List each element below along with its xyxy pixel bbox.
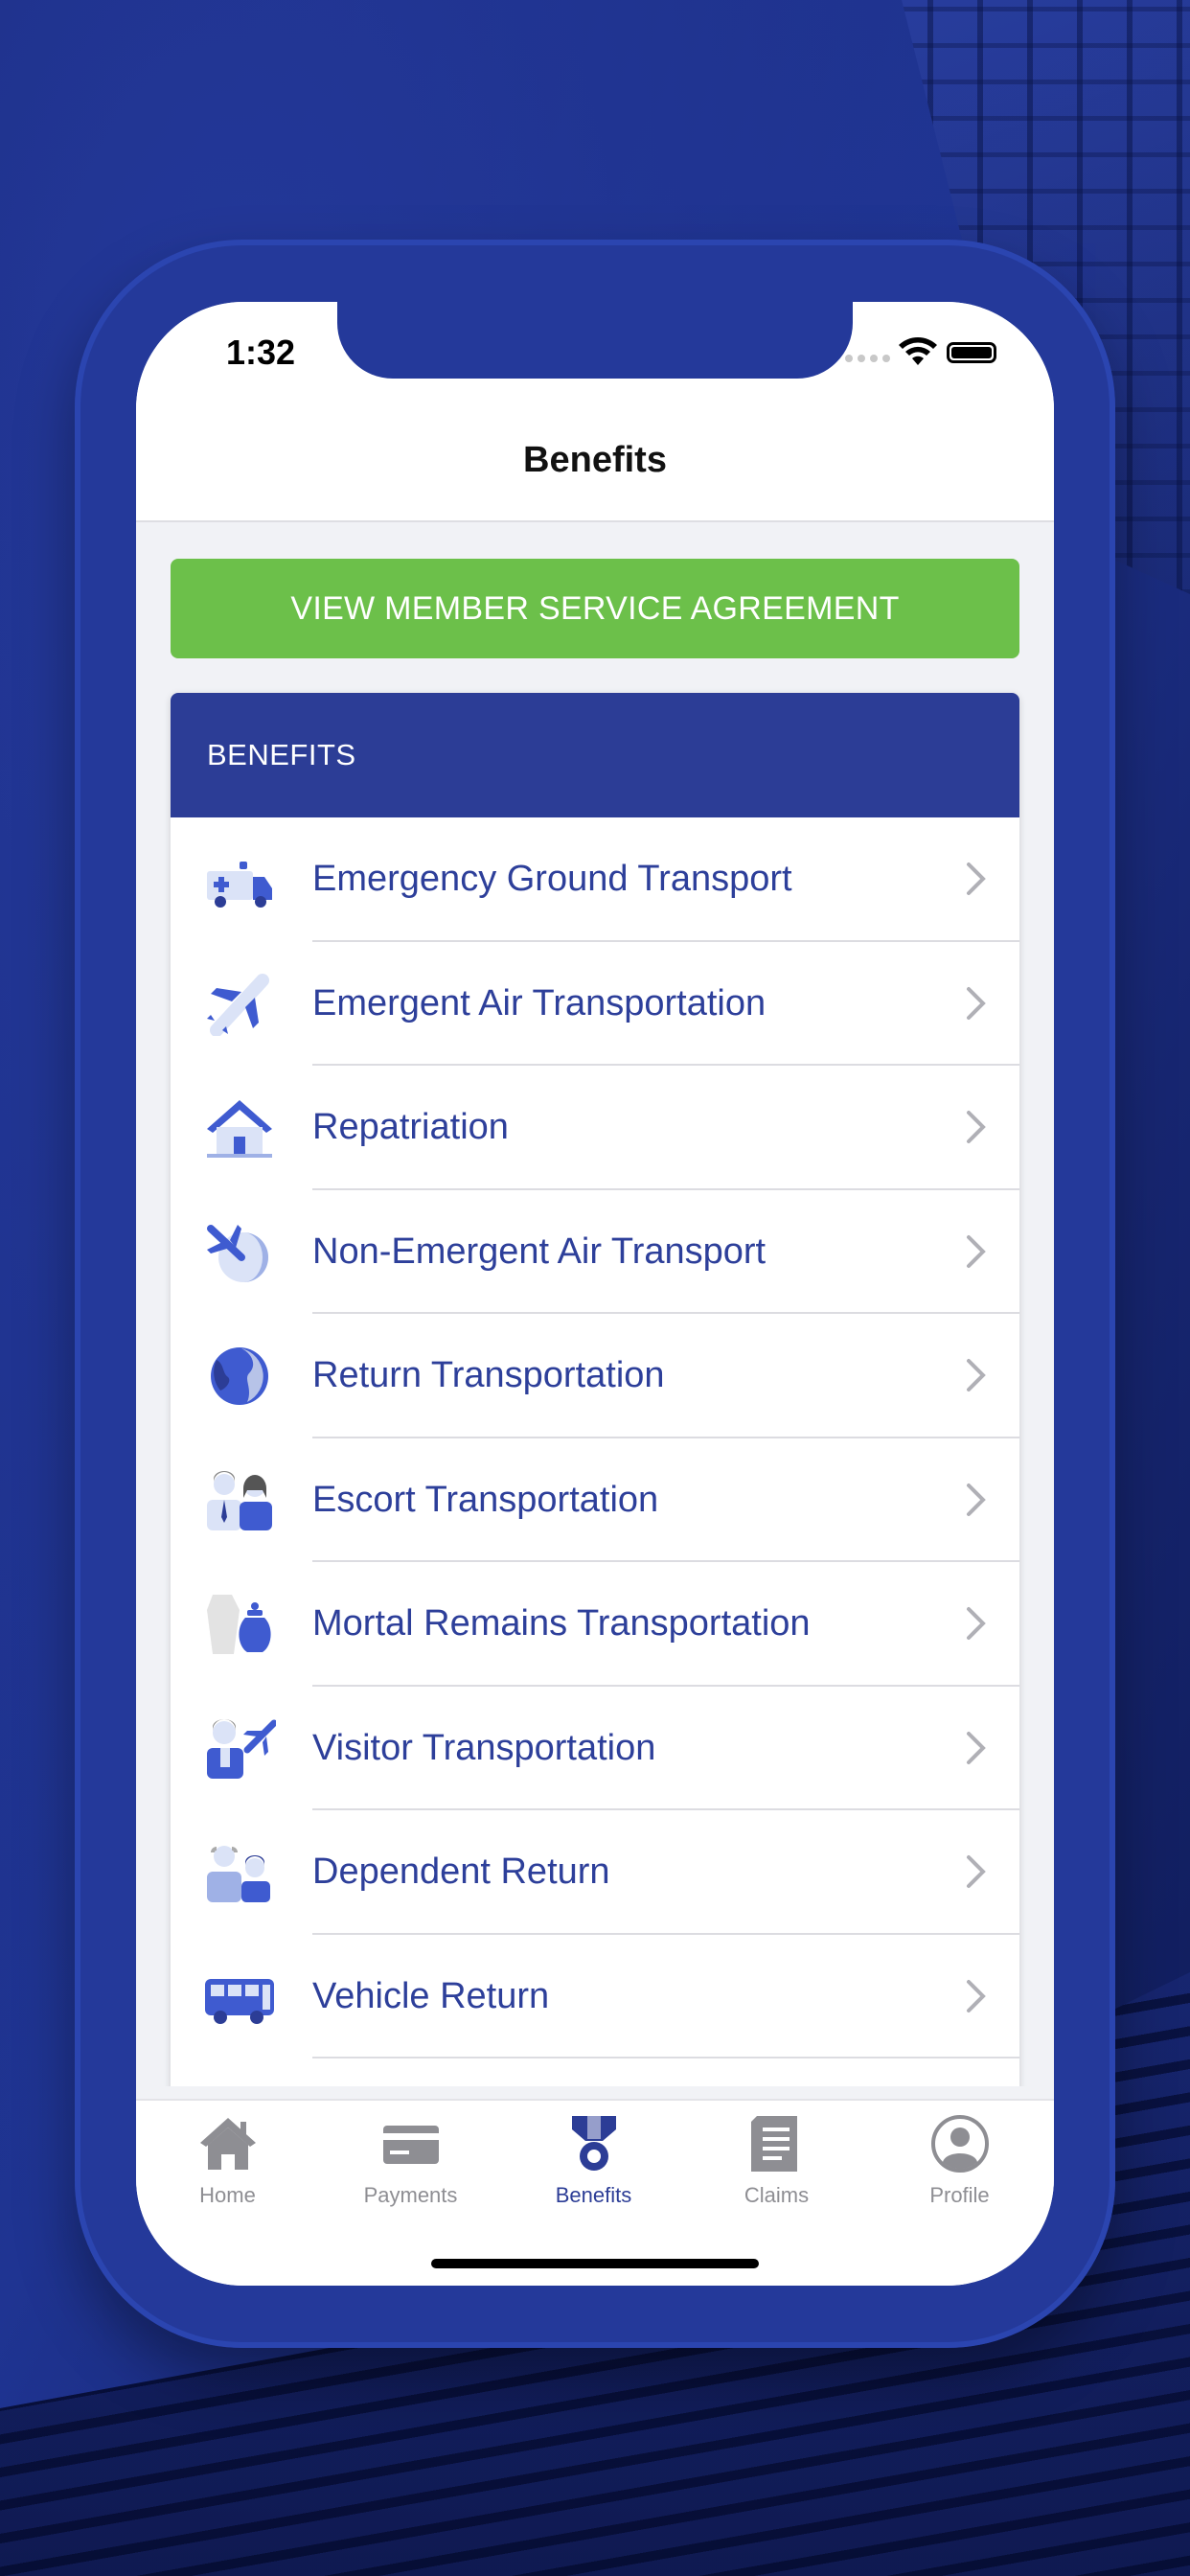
view-member-service-agreement-button[interactable]: VIEW MEMBER SERVICE AGREEMENT	[171, 559, 1019, 658]
chevron-right-icon	[967, 1483, 986, 1516]
navigation-bar: Benefits	[136, 417, 1054, 522]
benefit-label: Emergency Ground Transport	[312, 859, 792, 899]
tab-payments[interactable]: Payments	[319, 2114, 502, 2220]
profile-icon	[930, 2115, 989, 2173]
benefit-label: Vehicle Return	[312, 1975, 550, 2016]
vehicle-icon	[205, 1978, 274, 2024]
benefit-label: Non-Emergent Air Transport	[312, 1230, 767, 1272]
tab-benefits[interactable]: Benefits	[502, 2114, 685, 2220]
couple-icon	[207, 1470, 272, 1530]
status-time: 1:32	[226, 333, 296, 372]
chevron-right-icon	[967, 1234, 986, 1268]
medal-icon	[571, 2116, 616, 2171]
chevron-right-icon	[967, 1855, 986, 1888]
benefit-label: Repatriation	[312, 1107, 509, 1147]
cellular-signal-icon	[845, 355, 890, 362]
benefit-row-vehicle-return[interactable]: Vehicle Return	[171, 1935, 1019, 2058]
tab-profile[interactable]: Profile	[868, 2114, 1051, 2220]
visitor-airplane-icon	[207, 1718, 276, 1779]
chevron-right-icon	[967, 1979, 986, 2012]
main-content[interactable]: VIEW MEMBER SERVICE AGREEMENT BENEFITS E…	[136, 522, 1054, 2086]
coffin-urn-icon	[207, 1595, 271, 1654]
chevron-right-icon	[967, 986, 986, 1020]
globe-airplane-icon	[207, 1224, 268, 1282]
elderly-dependent-icon	[207, 1846, 270, 1902]
chevron-right-icon	[967, 1607, 986, 1640]
chevron-right-icon	[967, 862, 986, 895]
benefit-row-emergency-ground-transport[interactable]: Emergency Ground Transport	[171, 817, 1019, 942]
wifi-icon	[899, 337, 937, 365]
document-icon	[750, 2116, 797, 2172]
benefit-row-non-emergent-air-transport[interactable]: Non-Emergent Air Transport	[171, 1190, 1019, 1314]
benefit-row-mortal-remains-transportation[interactable]: Mortal Remains Transportation	[171, 1562, 1019, 1687]
chevron-right-icon	[967, 1731, 986, 1764]
page-title: Benefits	[523, 440, 667, 480]
tab-home[interactable]: Home	[136, 2114, 319, 2220]
benefit-label: Escort Transportation	[312, 1479, 659, 1520]
ambulance-icon	[207, 862, 272, 908]
status-bar: 1:32	[136, 302, 1054, 417]
benefit-row-return-transportation[interactable]: Return Transportation	[171, 1314, 1019, 1438]
benefit-label: Return Transportation	[312, 1355, 665, 1395]
benefit-label: Dependent Return	[312, 1852, 610, 1892]
tab-bar: Home Payments Benefits Claims Profile	[136, 2099, 1054, 2286]
tab-claims[interactable]: Claims	[685, 2114, 868, 2220]
benefit-label: Emergent Air Transportation	[312, 982, 767, 1024]
app-screen: 1:32 Benefits VIEW MEMBER SERVICE AGREEM…	[136, 302, 1054, 2286]
chevron-right-icon	[967, 1111, 986, 1143]
benefit-label: Mortal Remains Transportation	[312, 1603, 811, 1644]
battery-icon	[947, 342, 996, 363]
home-indicator[interactable]	[431, 2259, 759, 2268]
benefit-label: Visitor Transportation	[312, 1727, 656, 1768]
chevron-right-icon	[967, 1359, 986, 1392]
benefit-row-partial[interactable]	[171, 2058, 1019, 2086]
airplane-icon	[207, 973, 269, 1036]
house-icon	[207, 1100, 272, 1158]
benefit-row-visitor-transportation[interactable]: Visitor Transportation	[171, 1687, 1019, 1810]
device-notch	[337, 302, 853, 379]
home-icon	[199, 2118, 256, 2170]
benefit-row-escort-transportation[interactable]: Escort Transportation	[171, 1438, 1019, 1562]
benefit-row-emergent-air-transportation[interactable]: Emergent Air Transportation	[171, 942, 1019, 1066]
benefit-row-dependent-return[interactable]: Dependent Return	[171, 1810, 1019, 1935]
benefits-section-header: BENEFITS	[171, 693, 1019, 817]
benefits-card: BENEFITS Emergency Ground Transport Emer…	[171, 693, 1019, 2086]
credit-card-icon	[382, 2126, 439, 2164]
globe-icon	[211, 1347, 268, 1405]
benefit-row-repatriation[interactable]: Repatriation	[171, 1066, 1019, 1190]
